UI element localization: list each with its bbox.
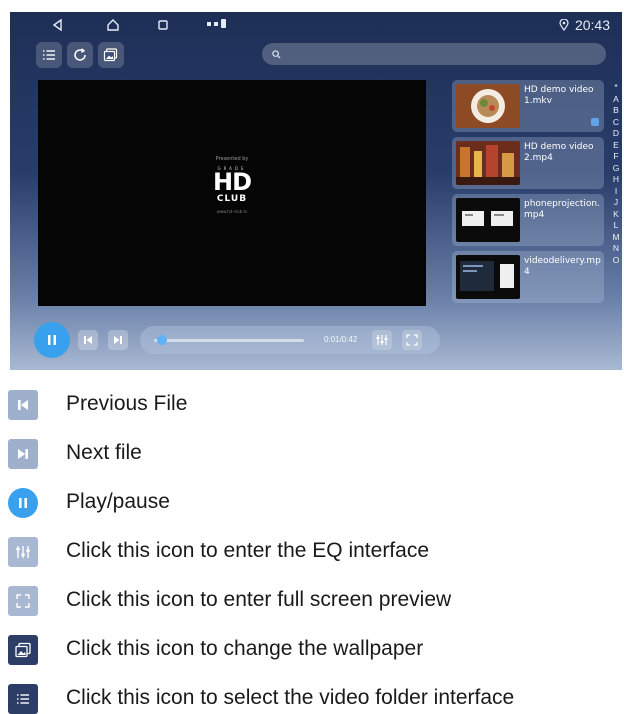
alpha-index-letter[interactable]: O [610, 255, 622, 267]
alpha-index-letter[interactable]: J [610, 197, 622, 209]
home-icon[interactable] [103, 15, 123, 35]
recents-icon[interactable] [153, 15, 173, 35]
top-toolbar [36, 42, 124, 68]
search-icon [272, 49, 281, 59]
progress-track[interactable] [154, 339, 304, 342]
icon-legend: Previous File Next file Play/pause Click… [8, 388, 620, 714]
alpha-index-letter[interactable]: D [610, 128, 622, 140]
video-thumbnail [456, 255, 520, 299]
legend-row: Click this icon to enter full screen pre… [8, 584, 620, 633]
legend-row: Click this icon to enter the EQ interfac… [8, 535, 620, 584]
eq-icon [8, 537, 38, 567]
alpha-index-letter[interactable]: M [610, 232, 622, 244]
video-display[interactable]: Presented by GRADE HD CLUB www.hd-club.t… [38, 80, 426, 306]
legend-row: Click this icon to select the video fold… [8, 682, 620, 714]
wallpaper-icon [8, 635, 38, 665]
search-bar[interactable] [262, 43, 606, 65]
alpha-index-letter[interactable]: I [610, 186, 622, 198]
playlist-item[interactable]: phoneprojection.mp4 [452, 194, 604, 246]
video-overlay-bottom: www.hd-club.tv [216, 209, 248, 214]
alpha-index-letter[interactable]: C [610, 117, 622, 129]
previous-icon[interactable] [78, 330, 98, 350]
hd-club-logo: GRADE HD CLUB [206, 166, 258, 210]
search-input[interactable] [287, 47, 587, 61]
alpha-index-letter[interactable]: A [610, 94, 622, 106]
eq-icon[interactable] [372, 330, 392, 350]
wallpaper-icon[interactable] [98, 42, 124, 68]
alpha-index-letter[interactable]: * [610, 82, 622, 94]
video-thumbnail [456, 141, 520, 185]
video-thumbnail [456, 198, 520, 242]
status-clock-group: 20:43 [559, 17, 610, 33]
pause-icon[interactable] [34, 322, 70, 358]
alpha-index-letter[interactable]: F [610, 151, 622, 163]
alpha-index-letter[interactable]: B [610, 105, 622, 117]
fullscreen-icon [8, 586, 38, 616]
previous-icon [8, 390, 38, 420]
legend-text: Click this icon to change the wallpaper [66, 637, 424, 660]
alpha-index-letter[interactable]: G [610, 163, 622, 175]
legend-text: Next file [66, 441, 142, 464]
legend-text: Click this icon to enter full screen pre… [66, 588, 452, 611]
alpha-index-letter[interactable]: N [610, 243, 622, 255]
list-icon[interactable] [36, 42, 62, 68]
playback-timecode: 0:01/0:42 [324, 335, 358, 344]
car-media-screen: 20:43 Presented by GRADE HD CLUB www.hd-… [10, 12, 622, 370]
legend-text: Previous File [66, 392, 188, 415]
playlist-item[interactable]: videodelivery.mp4 [452, 251, 604, 303]
playlist-item-name: phoneprojection.mp4 [524, 199, 600, 220]
pause-icon [8, 488, 38, 518]
video-thumbnail [456, 84, 520, 128]
playlist-item-name: HD demo video2.mp4 [524, 142, 594, 163]
location-icon [559, 19, 569, 31]
alphabet-index[interactable]: * A B C D E F G H I J K L M N O [610, 82, 622, 266]
status-bar: 20:43 [10, 12, 622, 40]
alpha-index-letter[interactable]: E [610, 140, 622, 152]
status-clock: 20:43 [574, 17, 610, 33]
playlist-item[interactable]: HD demo video1.mkv [452, 80, 604, 132]
playlist-item-name: HD demo video1.mkv [524, 85, 594, 106]
back-icon[interactable] [48, 15, 68, 35]
logo-sub-text: CLUB [216, 194, 248, 204]
progress-knob[interactable] [157, 335, 167, 345]
legend-text: Click this icon to select the video fold… [66, 686, 515, 709]
next-icon[interactable] [108, 330, 128, 350]
refresh-icon[interactable] [67, 42, 93, 68]
alpha-index-letter[interactable]: H [610, 174, 622, 186]
legend-row: Click this icon to change the wallpaper [8, 633, 620, 682]
legend-text: Play/pause [66, 490, 170, 513]
legend-row: Previous File [8, 388, 620, 437]
video-overlay-top: Presented by [215, 156, 249, 162]
notification-icon [207, 19, 226, 28]
legend-row: Play/pause [8, 486, 620, 535]
legend-text: Click this icon to enter the EQ interfac… [66, 539, 429, 562]
fullscreen-icon[interactable] [402, 330, 422, 350]
now-playing-badge [591, 118, 599, 126]
alpha-index-letter[interactable]: L [610, 220, 622, 232]
alpha-index-letter[interactable]: K [610, 209, 622, 221]
next-icon [8, 439, 38, 469]
logo-main-text: HD [212, 168, 252, 196]
playlist-item-name: videodelivery.mp4 [524, 256, 601, 277]
progress-bar[interactable]: 0:01/0:42 [140, 326, 440, 354]
video-playlist: HD demo video1.mkv HD demo video2.mp4 ph… [452, 80, 604, 308]
playlist-item[interactable]: HD demo video2.mp4 [452, 137, 604, 189]
legend-row: Next file [8, 437, 620, 486]
list-icon [8, 684, 38, 714]
